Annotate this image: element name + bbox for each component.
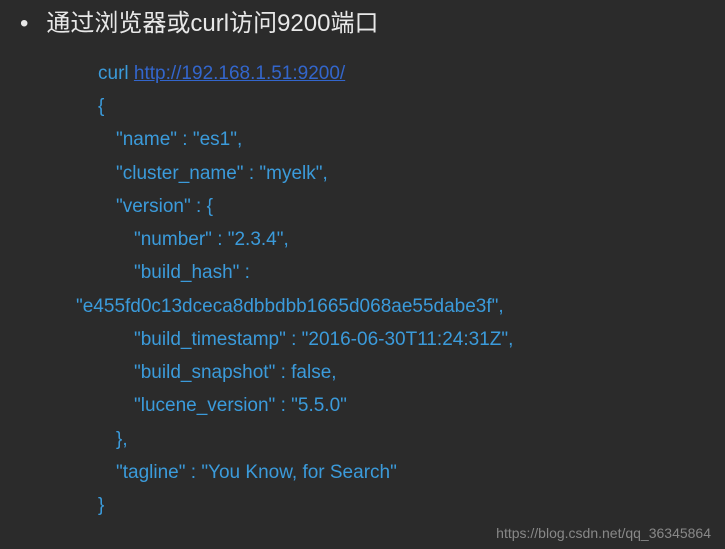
code-block: curl http://192.168.1.51:9200/ { "name" …	[20, 57, 705, 523]
document-container: • 通过浏览器或curl访问9200端口 curl http://192.168…	[0, 0, 725, 532]
curl-prefix: curl	[98, 63, 134, 84]
heading-text: 通过浏览器或curl访问9200端口	[46, 10, 378, 39]
json-cluster-line: "cluster_name" : "myelk",	[98, 157, 705, 190]
json-lucene-line: "lucene_version" : "5.5.0"	[98, 389, 705, 422]
json-version-open: "version" : {	[98, 190, 705, 223]
json-build-hash-label: "build_hash" :	[98, 256, 705, 289]
json-name-line: "name" : "es1",	[98, 123, 705, 156]
json-tagline-line: "tagline" : "You Know, for Search"	[98, 456, 705, 489]
json-close-brace: }	[98, 489, 705, 522]
json-build-timestamp-line: "build_timestamp" : "2016-06-30T11:24:31…	[98, 323, 705, 356]
json-build-hash-value: "e455fd0c13dceca8dbbdbb1665d068ae55dabe3…	[76, 290, 705, 323]
json-number-line: "number" : "2.3.4",	[98, 223, 705, 256]
bullet-heading: • 通过浏览器或curl访问9200端口	[20, 10, 705, 39]
watermark-text: https://blog.csdn.net/qq_36345864	[496, 525, 711, 541]
curl-url-link[interactable]: http://192.168.1.51:9200/	[134, 63, 345, 84]
json-build-snapshot-line: "build_snapshot" : false,	[98, 356, 705, 389]
bullet-icon: •	[20, 10, 28, 39]
json-version-close: },	[98, 423, 705, 456]
json-open-brace: {	[98, 90, 705, 123]
curl-command-line: curl http://192.168.1.51:9200/	[98, 57, 705, 90]
